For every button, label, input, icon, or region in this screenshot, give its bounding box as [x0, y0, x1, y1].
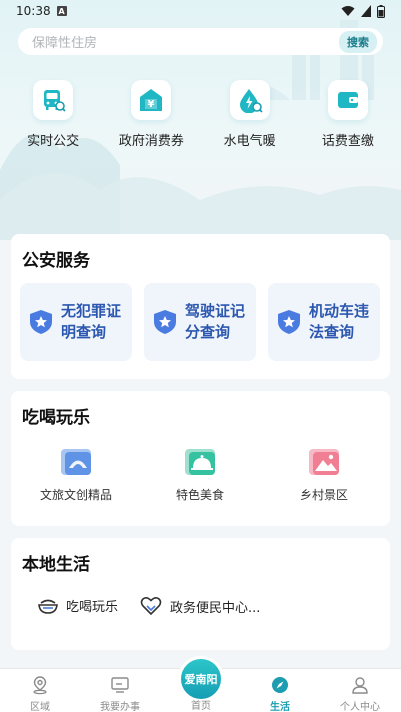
fun-item-food[interactable]: 特色美食	[140, 447, 260, 503]
tab-label: 区域	[30, 702, 50, 712]
fun-card: 吃喝玩乐 文旅文创精品 特色美食 乡村景区	[11, 391, 390, 526]
home-badge-text: 爱南阳	[184, 673, 218, 686]
location-icon	[33, 676, 47, 695]
police-item-no-crime[interactable]: 无犯罪证明查询	[20, 283, 132, 361]
status-bar: 10:38 A	[0, 0, 401, 22]
quick-label: 话费查缴	[321, 134, 374, 149]
tab-profile[interactable]: 个人中心	[320, 675, 400, 712]
local-item-eat[interactable]: 吃喝玩乐	[38, 596, 118, 615]
fun-item-label: 文旅文创精品	[39, 488, 112, 502]
battery-icon	[377, 4, 385, 18]
tab-label: 生活	[270, 702, 290, 712]
tab-life[interactable]: 生活	[240, 675, 320, 712]
tab-label: 个人中心	[340, 702, 380, 712]
quick-item-utility[interactable]: 水电气暖	[205, 80, 295, 149]
police-item-license-points[interactable]: 驾驶证记分查询	[144, 283, 256, 361]
wifi-icon	[341, 6, 355, 16]
quick-item-coupon[interactable]: ¥ 政府消费券	[106, 80, 196, 149]
police-item-label: 机动车违法查询	[309, 302, 370, 341]
fun-item-label: 乡村景区	[299, 488, 348, 502]
tab-home-label[interactable]: 首页	[180, 697, 222, 712]
fun-item-culture[interactable]: 文旅文创精品	[16, 447, 136, 503]
notification-icon: A	[56, 6, 67, 16]
tab-services[interactable]: 我要办事	[80, 675, 160, 712]
bowl-icon	[38, 599, 58, 614]
police-services-card: 公安服务 无犯罪证明查询 驾驶证记分查询 机动车违法查询	[11, 234, 390, 379]
svg-text:¥: ¥	[148, 99, 155, 110]
local-item-label: 吃喝玩乐	[66, 600, 119, 615]
quick-item-bus[interactable]: 实时公交	[8, 80, 98, 149]
utility-icon	[229, 80, 270, 120]
compass-icon	[272, 677, 288, 693]
status-time: 10:38	[16, 4, 51, 18]
heart-hands-icon	[140, 597, 162, 616]
person-icon	[352, 677, 368, 694]
police-item-label: 驾驶证记分查询	[185, 302, 246, 341]
quick-label: 政府消费券	[118, 134, 184, 149]
shield-star-icon	[154, 310, 176, 334]
search-button[interactable]: 搜索	[339, 30, 377, 53]
coupon-icon: ¥	[131, 80, 172, 120]
monitor-icon	[111, 677, 129, 693]
search-input[interactable]: 保障性住房	[32, 32, 339, 51]
cloche-icon	[185, 449, 215, 475]
fun-item-scenic[interactable]: 乡村景区	[264, 447, 384, 503]
fan-icon	[61, 449, 91, 475]
local-item-gov-center[interactable]: 政务便民中心...	[140, 596, 260, 616]
local-item-label: 政务便民中心...	[170, 600, 261, 616]
quick-label: 实时公交	[27, 134, 80, 149]
quick-services: 实时公交 ¥ 政府消费券 水电气暖 话费查缴	[0, 80, 401, 149]
landscape-icon	[309, 449, 339, 475]
wallet-icon	[327, 80, 368, 120]
section-title: 吃喝玩乐	[22, 408, 90, 428]
quick-label: 水电气暖	[223, 134, 276, 149]
tab-region[interactable]: 区域	[0, 675, 80, 712]
local-life-card: 本地生活 吃喝玩乐 政务便民中心...	[11, 538, 390, 650]
tab-label: 我要办事	[100, 702, 140, 712]
home-button[interactable]: 爱南阳	[178, 656, 224, 702]
search-bar[interactable]: 保障性住房 搜索	[18, 28, 383, 55]
shield-star-icon	[278, 310, 300, 334]
section-title: 公安服务	[22, 251, 90, 271]
police-item-label: 无犯罪证明查询	[61, 302, 122, 341]
section-title: 本地生活	[22, 555, 90, 575]
police-item-vehicle-violation[interactable]: 机动车违法查询	[268, 283, 380, 361]
fun-item-label: 特色美食	[175, 488, 224, 502]
bus-icon	[33, 80, 74, 120]
quick-item-wallet[interactable]: 话费查缴	[303, 80, 393, 149]
signal-icon	[361, 5, 371, 17]
shield-star-icon	[30, 310, 52, 334]
